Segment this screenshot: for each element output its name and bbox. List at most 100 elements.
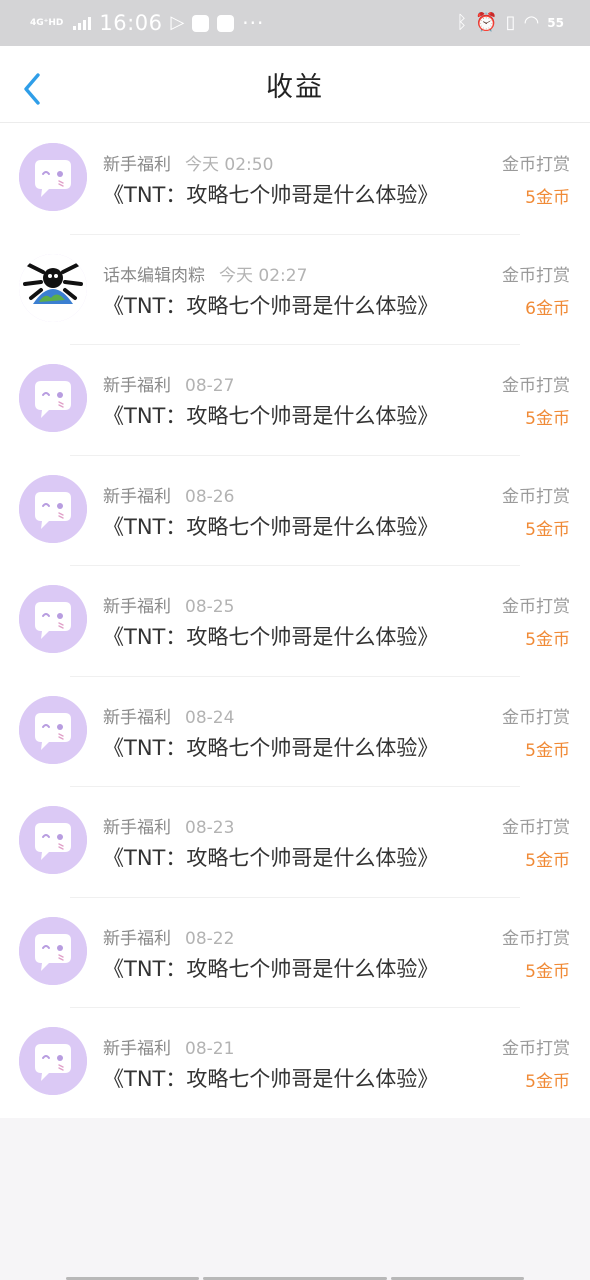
coin-amount: 5金币 — [525, 740, 570, 761]
coin-amount: 5金币 — [525, 1072, 570, 1092]
earnings-list: 新手福利 今天 02:50 《TNT：攻略七个帅哥是什么体验》 金币打赏 5金币 话本编辑… — [0, 123, 590, 1118]
avatar[interactable] — [19, 364, 87, 432]
record-time: 今天 02:50 — [185, 155, 274, 175]
record-meta: 新手福利 08-26 — [103, 482, 234, 507]
avatar[interactable] — [19, 806, 87, 874]
record-time: 08-26 — [185, 486, 235, 507]
message-app-icon — [192, 14, 210, 32]
avatar[interactable] — [19, 916, 87, 985]
network-label: 4G⁺HD — [30, 17, 64, 28]
sender-name: 新手福利 — [103, 486, 171, 507]
record-meta: 新手福利 今天 02:50 — [103, 150, 273, 175]
default-avatar-icon — [19, 916, 87, 985]
record-meta: 新手福利 08-23 — [103, 813, 234, 838]
reward-type: 金币打赏 — [502, 928, 570, 949]
sender-name: 新手福利 — [103, 707, 171, 728]
reward-type: 金币打赏 — [502, 597, 570, 617]
default-avatar-icon — [19, 806, 87, 874]
reward-type: 金币打赏 — [502, 1039, 570, 1059]
earnings-row[interactable]: 新手福利 08-26 《TNT：攻略七个帅哥是什么体验》 金币打赏 5金币 — [0, 454, 590, 566]
sender-name: 新手福利 — [103, 376, 171, 396]
coin-amount: 5金币 — [525, 519, 570, 540]
earnings-row[interactable]: 新手福利 08-27 《TNT：攻略七个帅哥是什么体验》 金币打赏 5金币 — [0, 344, 590, 455]
default-avatar-icon — [19, 364, 87, 432]
earnings-row[interactable]: 新手福利 08-21 《TNT：攻略七个帅哥是什么体验》 金币打赏 5金币 — [0, 1007, 590, 1118]
sender-name: 新手福利 — [103, 597, 171, 617]
earnings-row[interactable]: 新手福利 08-22 《TNT：攻略七个帅哥是什么体验》 金币打赏 5金币 — [0, 896, 590, 1008]
avatar[interactable] — [19, 695, 87, 764]
page-title: 收益 — [266, 71, 324, 103]
record-meta: 新手福利 08-22 — [103, 924, 234, 949]
sender-name: 话本编辑肉粽 — [103, 265, 205, 286]
back-button[interactable] — [20, 72, 46, 106]
status-right: ᛒ ⏰ ▯ ◠ 55 — [456, 14, 564, 32]
clock: 16:06 — [99, 11, 163, 35]
earnings-row[interactable]: 新手福利 今天 02:50 《TNT：攻略七个帅哥是什么体验》 金币打赏 5金币 — [0, 123, 590, 234]
book-title: 《TNT：攻略七个帅哥是什么体验》 — [103, 293, 439, 318]
record-time: 08-25 — [185, 597, 235, 617]
record-meta: 新手福利 08-24 — [103, 703, 234, 728]
earth-avatar-icon — [19, 253, 87, 322]
default-avatar-icon — [19, 1027, 87, 1095]
sender-name: 新手福利 — [103, 1039, 171, 1059]
sender-name: 新手福利 — [103, 818, 171, 838]
record-time: 08-23 — [185, 818, 235, 838]
record-meta: 话本编辑肉粽 今天 02:27 — [103, 261, 307, 286]
reward-type: 金币打赏 — [502, 486, 570, 507]
book-title: 《TNT：攻略七个帅哥是什么体验》 — [103, 1067, 439, 1091]
default-avatar-icon — [19, 695, 87, 764]
avatar[interactable] — [19, 585, 87, 653]
record-time: 08-22 — [185, 928, 235, 949]
record-meta: 新手福利 08-27 — [103, 371, 234, 396]
bluetooth-icon: ᛒ — [456, 12, 468, 33]
book-title: 《TNT：攻略七个帅哥是什么体验》 — [103, 625, 439, 649]
coin-amount: 5金币 — [525, 961, 570, 982]
app-icon — [217, 14, 235, 32]
status-left: 4G⁺HD 16:06 ▷ ··· — [30, 11, 264, 35]
reward-type: 金币打赏 — [502, 707, 570, 728]
book-title: 《TNT：攻略七个帅哥是什么体验》 — [103, 735, 439, 760]
coin-amount: 5金币 — [525, 851, 570, 871]
more-notifications-icon: ··· — [242, 11, 265, 35]
earnings-row[interactable]: 新手福利 08-24 《TNT：攻略七个帅哥是什么体验》 金币打赏 5金币 — [0, 675, 590, 787]
avatar[interactable] — [19, 253, 87, 322]
record-meta: 新手福利 08-25 — [103, 592, 234, 617]
coin-amount: 5金币 — [525, 188, 570, 208]
page-header: 收益 — [0, 46, 590, 123]
default-avatar-icon — [19, 474, 87, 543]
coin-amount: 5金币 — [525, 630, 570, 650]
reward-type: 金币打赏 — [502, 376, 570, 396]
chevron-left-icon — [24, 73, 40, 105]
record-time: 08-24 — [185, 707, 235, 728]
reward-type: 金币打赏 — [502, 265, 570, 286]
book-title: 《TNT：攻略七个帅哥是什么体验》 — [103, 404, 439, 428]
status-bar: 4G⁺HD 16:06 ▷ ··· ᛒ ⏰ ▯ ◠ 55 — [0, 0, 590, 46]
avatar[interactable] — [19, 143, 87, 211]
vibrate-icon: ▯ — [505, 12, 516, 33]
earnings-row[interactable]: 新手福利 08-25 《TNT：攻略七个帅哥是什么体验》 金币打赏 5金币 — [0, 565, 590, 676]
book-title: 《TNT：攻略七个帅哥是什么体验》 — [103, 956, 439, 981]
earnings-row[interactable]: 话本编辑肉粽 今天 02:27 《TNT：攻略七个帅哥是什么体验》 金币打赏 6金币 — [0, 233, 590, 345]
battery-icon: 55 — [547, 16, 564, 30]
alarm-icon: ⏰ — [475, 12, 498, 33]
book-title: 《TNT：攻略七个帅哥是什么体验》 — [103, 846, 439, 870]
sender-name: 新手福利 — [103, 928, 171, 949]
avatar[interactable] — [19, 474, 87, 543]
record-meta: 新手福利 08-21 — [103, 1034, 234, 1059]
record-time: 08-27 — [185, 376, 235, 396]
wifi-icon: ◠ — [523, 12, 540, 33]
play-icon: ▷ — [170, 12, 185, 33]
record-time: 今天 02:27 — [219, 265, 308, 286]
coin-amount: 5金币 — [525, 409, 570, 429]
avatar[interactable] — [19, 1027, 87, 1095]
default-avatar-icon — [19, 143, 87, 211]
sender-name: 新手福利 — [103, 155, 171, 175]
reward-type: 金币打赏 — [502, 155, 570, 175]
default-avatar-icon — [19, 585, 87, 653]
record-time: 08-21 — [185, 1039, 235, 1059]
signal-icon — [73, 16, 92, 30]
coin-amount: 6金币 — [525, 298, 570, 319]
book-title: 《TNT：攻略七个帅哥是什么体验》 — [103, 514, 439, 539]
reward-type: 金币打赏 — [502, 818, 570, 838]
earnings-row[interactable]: 新手福利 08-23 《TNT：攻略七个帅哥是什么体验》 金币打赏 5金币 — [0, 786, 590, 897]
